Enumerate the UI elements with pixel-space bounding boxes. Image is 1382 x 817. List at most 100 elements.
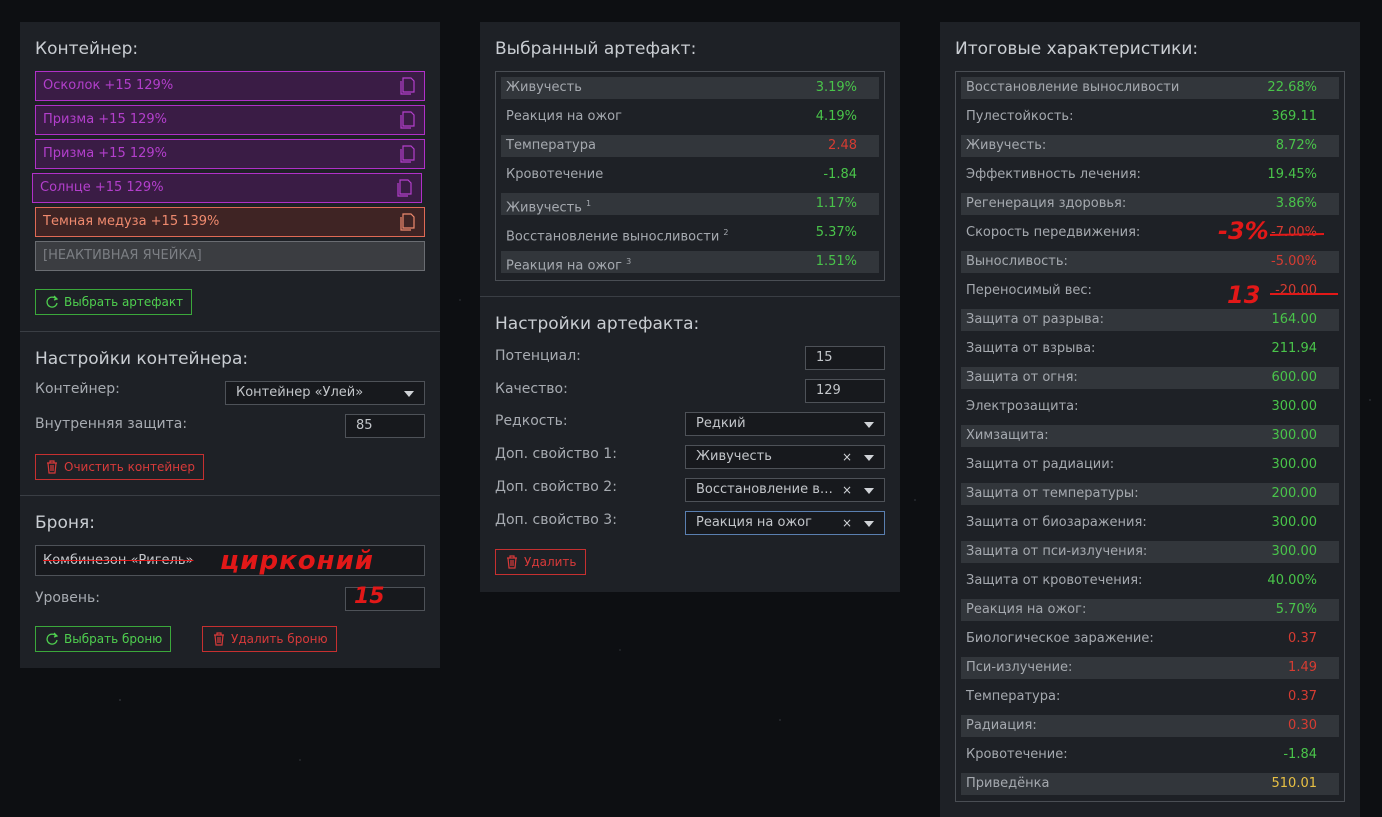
total-stat-row: Биологическое заражение: 0.37: [961, 628, 1339, 650]
weight-strike: [1270, 293, 1338, 295]
armor-handwritten-note: цирконий: [220, 546, 375, 576]
total-stat-name: Восстановление выносливости: [966, 80, 1180, 95]
total-stat-row: Реакция на ожог: 5.70%: [961, 599, 1339, 621]
clear-container-label: Очистить контейнер: [64, 460, 196, 474]
copy-icon[interactable]: [397, 179, 413, 197]
slot-label: Осколок +15 129%: [43, 78, 174, 93]
delete-artifact-button[interactable]: Удалить: [495, 549, 586, 575]
total-stat-row: Пулестойкость: 369.11: [961, 106, 1339, 128]
artifact-stats-table: Живучесть 3.19% Реакция на ожог 4.19% Те…: [495, 71, 885, 281]
total-stat-name: Пси-излучение:: [966, 660, 1073, 675]
total-stat-name: Защита от кровотечения:: [966, 573, 1143, 588]
refresh-icon: [46, 632, 59, 645]
total-stat-value: 510.01: [1271, 776, 1318, 791]
copy-icon[interactable]: [400, 111, 416, 129]
total-stat-value: 200.00: [1271, 486, 1318, 501]
clear-icon[interactable]: ×: [842, 512, 852, 534]
clear-icon[interactable]: ×: [842, 446, 852, 468]
chevron-down-icon: [864, 488, 874, 494]
total-stat-row: Приведёнка 510.01: [961, 773, 1339, 795]
delete-armor-button[interactable]: Удалить броню: [202, 626, 337, 652]
total-stat-value: 0.37: [1288, 631, 1317, 646]
total-stat-row: Электрозащита: 300.00: [961, 396, 1339, 418]
stat-row: Восстановление выносливости 2 5.37%: [501, 222, 879, 244]
container-label: Контейнер:: [35, 381, 120, 397]
total-stat-name: Защита от взрыва:: [966, 341, 1096, 356]
extra3-value: Реакция на ожог: [696, 515, 812, 530]
container-select[interactable]: Контейнер «Улей»: [225, 381, 425, 405]
quality-label: Качество:: [495, 381, 568, 397]
speed-strike: [1270, 233, 1324, 236]
extra2-select[interactable]: Восстановление выносливости ×: [685, 478, 885, 502]
trash-icon: [214, 632, 224, 646]
total-stat-value: -5.00%: [1271, 254, 1317, 269]
artifact-slot[interactable]: Призма +15 129%: [35, 105, 425, 135]
total-stat-value: 40.00%: [1267, 573, 1317, 588]
total-stat-row: Температура: 0.37: [961, 686, 1339, 708]
container-settings-title: Настройки контейнера:: [35, 349, 249, 369]
total-stat-row: Химзащита: 300.00: [961, 425, 1339, 447]
extra3-label: Доп. свойство 3:: [495, 512, 617, 528]
artifact-slot[interactable]: Темная медуза +15 139%: [35, 207, 425, 237]
stat-value: 1.17%: [815, 196, 857, 211]
extra1-select[interactable]: Живучесть ×: [685, 445, 885, 469]
potential-input[interactable]: 15: [805, 346, 885, 370]
total-stat-row: Защита от огня: 600.00: [961, 367, 1339, 389]
artifact-slot[interactable]: Осколок +15 129%: [35, 71, 425, 101]
clear-icon[interactable]: ×: [842, 479, 852, 501]
total-stat-row: Кровотечение: -1.84: [961, 744, 1339, 766]
totals-stats-table: Восстановление выносливости 22.68% Пулесто…: [955, 71, 1345, 802]
stat-name: Восстановление выносливости 2: [506, 228, 729, 245]
artifact-slot[interactable]: Солнце +15 129%: [32, 173, 422, 203]
total-stat-row: Защита от радиации: 300.00: [961, 454, 1339, 476]
stat-value: -1.84: [823, 167, 857, 182]
stat-value: 4.19%: [815, 109, 857, 124]
total-stat-value: 300.00: [1271, 457, 1318, 472]
extra1-label: Доп. свойство 1:: [495, 446, 617, 462]
stat-row: Живучесть 1 1.17%: [501, 193, 879, 215]
rarity-select[interactable]: Редкий: [685, 412, 885, 436]
total-stat-name: Переносимый вес:: [966, 283, 1092, 298]
copy-icon[interactable]: [400, 213, 416, 231]
slot-label: Солнце +15 129%: [40, 180, 164, 195]
select-artifact-button[interactable]: Выбрать артефакт: [35, 289, 193, 315]
artifact-title: Выбранный артефакт:: [495, 39, 697, 59]
total-stat-value: 0.37: [1288, 689, 1317, 704]
total-stat-row: Радиация: 0.30: [961, 715, 1339, 737]
clear-container-button[interactable]: Очистить контейнер: [35, 454, 205, 480]
total-stat-value: 5.70%: [1275, 602, 1317, 617]
total-stat-value: 369.11: [1271, 109, 1318, 124]
total-stat-name: Радиация:: [966, 718, 1037, 733]
speed-handwritten-note: -3%: [1218, 217, 1269, 245]
total-stat-value: 8.72%: [1275, 138, 1317, 153]
total-stat-row: Регенерация здоровья: 3.86%: [961, 193, 1339, 215]
total-stat-row: Защита от биозаражения: 300.00: [961, 512, 1339, 534]
total-stat-row: Защита от взрыва: 211.94: [961, 338, 1339, 360]
total-stat-value: 300.00: [1271, 544, 1318, 559]
total-stat-name: Выносливость:: [966, 254, 1068, 269]
stat-name: Кровотечение: [506, 167, 604, 182]
copy-icon[interactable]: [400, 145, 416, 163]
total-stat-name: Приведёнка: [966, 776, 1050, 791]
total-stat-name: Защита от разрыва:: [966, 312, 1104, 327]
extra3-select[interactable]: Реакция на ожог ×: [685, 511, 885, 535]
artifact-slot[interactable]: Призма +15 129%: [35, 139, 425, 169]
totals-title: Итоговые характеристики:: [955, 39, 1199, 59]
inner-protection-label: Внутренняя защита:: [35, 416, 188, 432]
quality-input[interactable]: 129: [805, 379, 885, 403]
rarity-label: Редкость:: [495, 413, 568, 429]
inner-protection-input[interactable]: 85: [345, 414, 425, 438]
total-stat-value: 1.49: [1288, 660, 1317, 675]
total-stat-row: Восстановление выносливости 22.68%: [961, 77, 1339, 99]
copy-icon[interactable]: [400, 77, 416, 95]
artifact-settings-title: Настройки артефакта:: [495, 314, 700, 334]
total-stat-name: Защита от биозаражения:: [966, 515, 1147, 530]
divider: [20, 331, 440, 332]
total-stat-value: 300.00: [1271, 428, 1318, 443]
level-handwritten-note: 15: [354, 584, 385, 609]
refresh-icon: [46, 295, 59, 308]
slot-label: Призма +15 129%: [43, 146, 168, 161]
select-armor-button[interactable]: Выбрать броню: [35, 626, 172, 652]
total-stat-value: 300.00: [1271, 399, 1318, 414]
stat-row: Реакция на ожог 4.19%: [501, 106, 879, 128]
